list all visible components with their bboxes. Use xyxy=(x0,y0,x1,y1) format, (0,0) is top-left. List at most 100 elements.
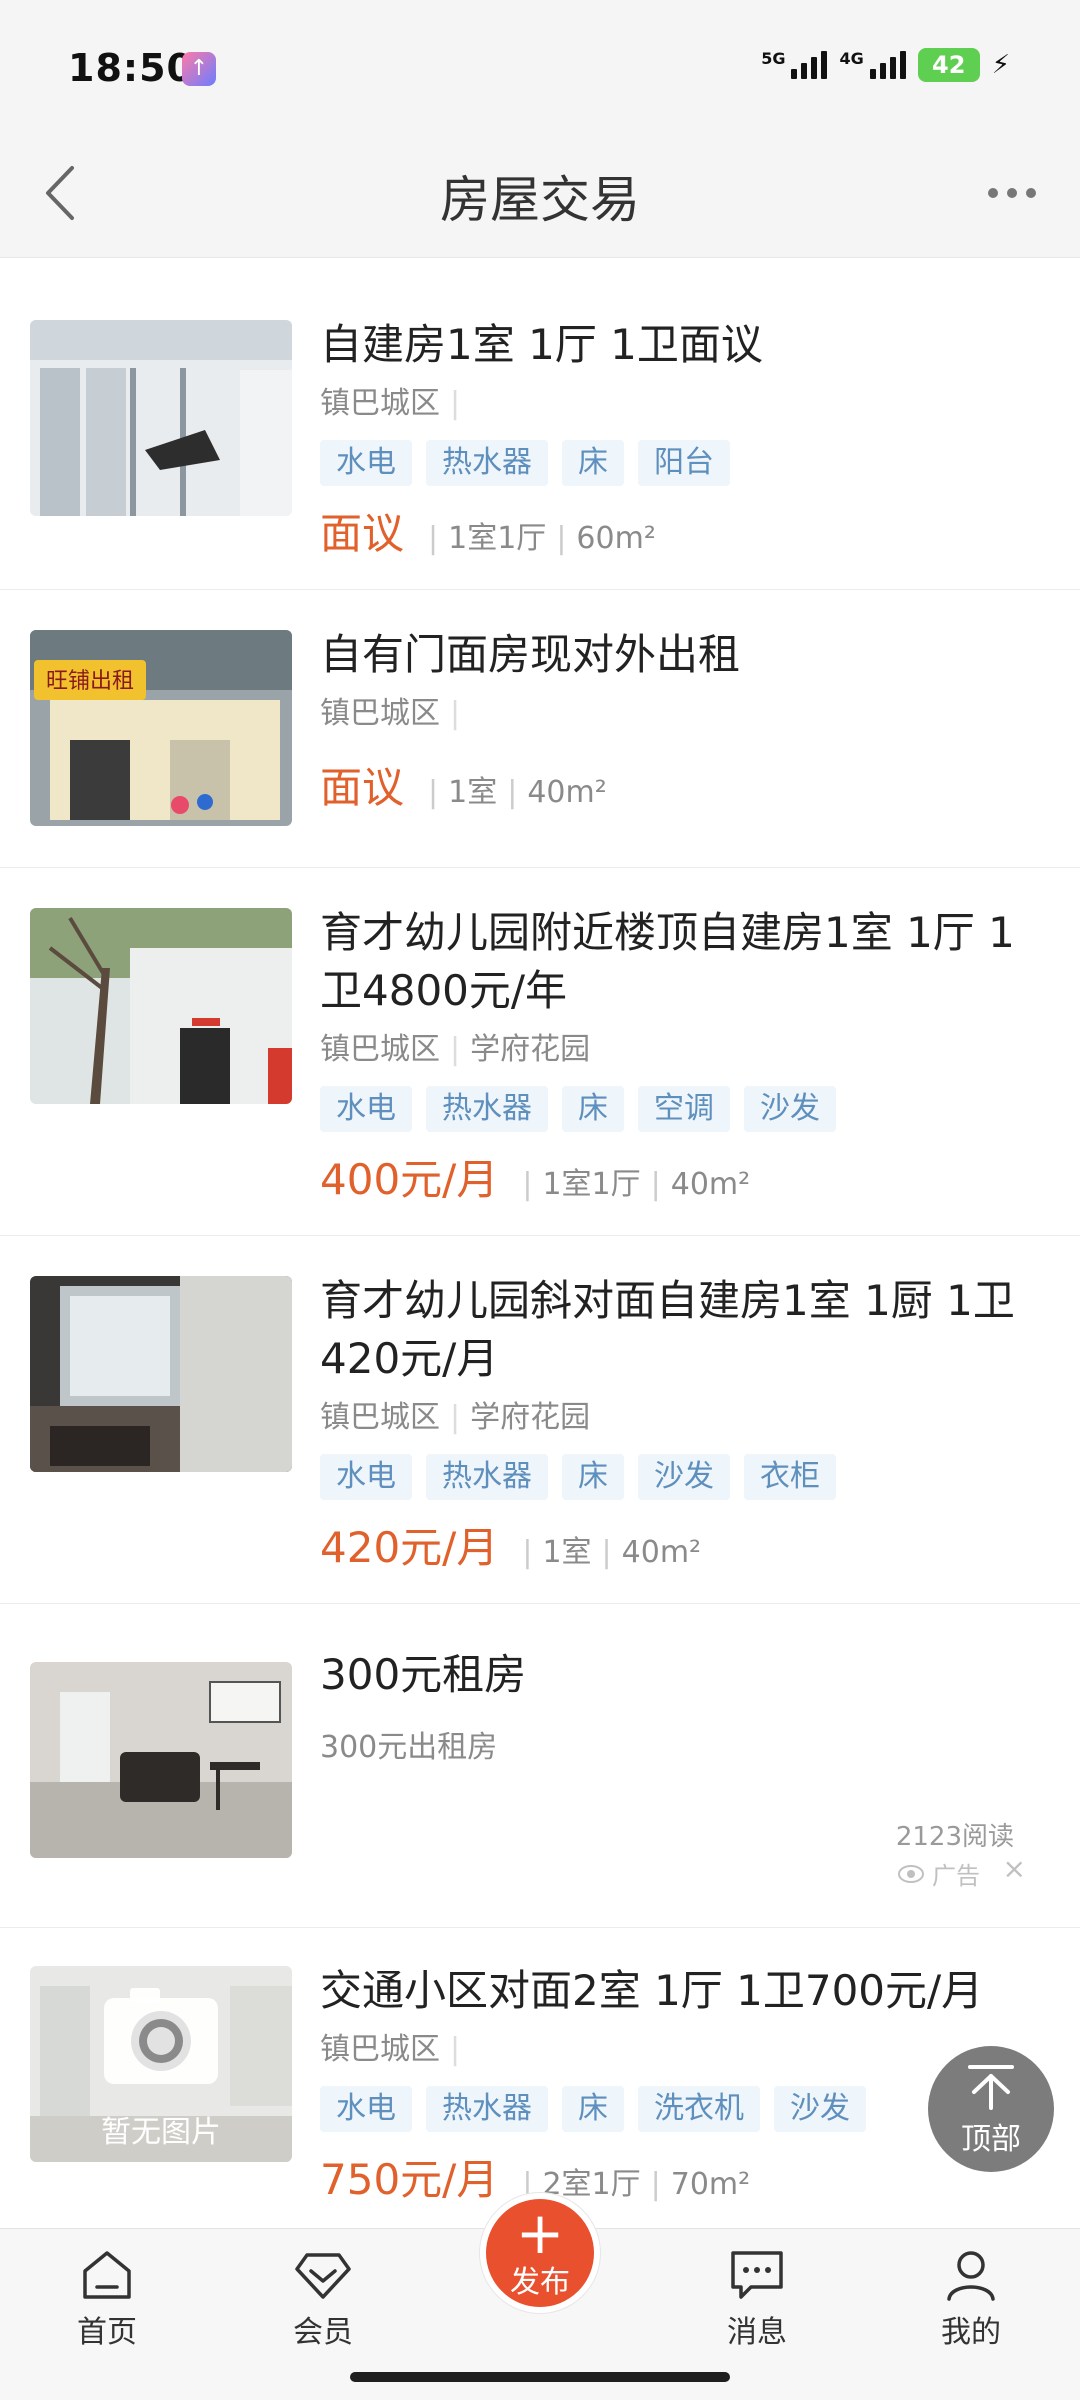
tag: 空调 xyxy=(638,1086,730,1132)
charging-icon: ⚡ xyxy=(991,50,1010,80)
location-district: 镇巴城区 xyxy=(320,386,440,421)
location-district: 镇巴城区 xyxy=(320,1032,440,1067)
message-icon xyxy=(731,2251,783,2299)
status-bar: 18:50 ↑ 5G 4G 42 ⚡ xyxy=(0,0,1080,130)
listing-location: 镇巴城区 | xyxy=(320,386,461,421)
tag: 沙发 xyxy=(638,1454,730,1500)
ad-label-text: 广告 xyxy=(932,1862,980,1890)
listing-location: 镇巴城区 | xyxy=(320,696,461,731)
page-title: 房屋交易 xyxy=(440,171,640,229)
listing-layout: 1室1厅 xyxy=(448,521,547,556)
listing-price: 面议 xyxy=(320,509,405,558)
listing-area: 40m² xyxy=(621,1535,702,1570)
listing-thumbnail: 暂无图片 xyxy=(30,1966,292,2162)
listing-thumbnail: 旺铺出租 xyxy=(30,630,292,826)
ad-item[interactable]: 300元租房 300元出租房 2123阅读 广告 × xyxy=(0,1604,1080,1928)
location-district: 镇巴城区 xyxy=(320,2032,440,2067)
listing-price: 面议 xyxy=(320,763,405,812)
listing-info: 自建房1室 1厅 1卫面议 镇巴城区 | 水电 热水器 床 阳台 面议 | 1室1厅… xyxy=(320,316,1044,561)
listing-meta: | 1室1厅 | 60m² xyxy=(428,521,656,556)
listing-location: 镇巴城区 | xyxy=(320,2032,461,2067)
listing-title: 育才幼儿园斜对面自建房1室 1厨 1卫420元/月 xyxy=(320,1276,1015,1383)
ad-close-button[interactable]: × xyxy=(1003,1852,1026,1885)
ad-subtitle: 300元出租房 xyxy=(320,1730,498,1765)
listing-price: 400元/月 xyxy=(320,1155,499,1204)
network-5g-label: 5G xyxy=(761,49,786,68)
publish-label: 发布 xyxy=(510,2265,570,2300)
tag: 床 xyxy=(562,1454,624,1500)
listing-item[interactable]: 旺铺出租 自有门面房现对外出租 镇巴城区 | 面议 | 1室 | 40m² xyxy=(0,590,1080,868)
tag-list: 水电 热水器 床 空调 沙发 xyxy=(320,1086,1044,1132)
location-district: 镇巴城区 xyxy=(320,1400,440,1435)
listing-layout: 1室 xyxy=(542,1535,592,1570)
listing-price: 420元/月 xyxy=(320,1523,499,1572)
signal-4g-icon: 4G xyxy=(839,51,906,79)
tag: 热水器 xyxy=(426,1454,548,1500)
price-row: 400元/月 | 1室1厅 | 40m² xyxy=(320,1146,1044,1207)
listing-thumbnail xyxy=(30,908,292,1104)
tag: 沙发 xyxy=(744,1086,836,1132)
listing-item[interactable]: 育才幼儿园斜对面自建房1室 1厨 1卫420元/月 镇巴城区 | 学府花园 水电 热… xyxy=(0,1236,1080,1604)
nav-mine[interactable]: 我的 xyxy=(906,2247,1036,2351)
listing-item[interactable]: 暂无图片 交通小区对面2室 1厅 1卫700元/月 镇巴城区 | 水电 热水器 床… xyxy=(0,1928,1080,2228)
listing-area: 70m² xyxy=(670,2167,751,2202)
nav-home[interactable]: 首页 xyxy=(42,2247,172,2351)
tag: 床 xyxy=(562,2086,624,2132)
signal-5g-icon: 5G xyxy=(761,49,828,79)
title-bar: 房屋交易 xyxy=(0,130,1080,258)
listing-info: 育才幼儿园附近楼顶自建房1室 1厅 1卫4800元/年 镇巴城区 | 学府花园 水电… xyxy=(320,904,1044,1207)
status-indicators: 5G 4G 42 ⚡ xyxy=(761,48,1010,82)
nav-member[interactable]: 会员 xyxy=(258,2247,388,2351)
publish-button[interactable]: + 发布 xyxy=(480,2193,600,2313)
tag: 沙发 xyxy=(774,2086,866,2132)
listing-item[interactable]: 自建房1室 1厅 1卫面议 镇巴城区 | 水电 热水器 床 阳台 面议 | 1室1厅… xyxy=(0,280,1080,590)
ad-info: 300元租房 300元出租房 xyxy=(320,1646,1044,1766)
thumbnail-sign-text: 旺铺出租 xyxy=(46,669,134,694)
back-to-top-button[interactable]: 顶部 xyxy=(928,2046,1054,2172)
tag: 阳台 xyxy=(638,440,730,486)
tag: 水电 xyxy=(320,1086,412,1132)
location-community: 学府花园 xyxy=(470,1032,591,1067)
plus-icon: + xyxy=(515,2199,565,2267)
listing-info: 育才幼儿园斜对面自建房1室 1厨 1卫420元/月 镇巴城区 | 学府花园 水电 热… xyxy=(320,1272,1044,1575)
listing-layout: 1室1厅 xyxy=(542,1167,641,1202)
tag: 热水器 xyxy=(426,440,548,486)
more-dot-icon xyxy=(1026,188,1036,198)
price-row: 面议 | 1室 | 40m² xyxy=(320,754,1044,815)
price-row: 420元/月 | 1室 | 40m² xyxy=(320,1514,1044,1575)
tag-list: 水电 热水器 床 沙发 衣柜 xyxy=(320,1454,1044,1500)
tag: 热水器 xyxy=(426,2086,548,2132)
listing-layout: 1室 xyxy=(448,775,498,810)
listing-title: 育才幼儿园附近楼顶自建房1室 1厅 1卫4800元/年 xyxy=(320,908,1015,1015)
listing-thumbnail xyxy=(30,320,292,516)
listing-title: 自有门面房现对外出租 xyxy=(320,630,741,679)
ad-thumbnail xyxy=(30,1662,292,1858)
tag: 洗衣机 xyxy=(638,2086,760,2132)
tag: 水电 xyxy=(320,440,412,486)
nav-messages[interactable]: 消息 xyxy=(692,2247,822,2351)
listing-location: 镇巴城区 | 学府花园 xyxy=(320,1032,591,1067)
nav-home-label: 首页 xyxy=(77,2315,137,2350)
more-button[interactable] xyxy=(972,160,1052,226)
ad-label: 广告 xyxy=(896,1856,980,1891)
user-icon xyxy=(947,2251,995,2301)
nav-member-label: 会员 xyxy=(293,2315,353,2350)
ad-read-count: 2123阅读 xyxy=(895,1822,1014,1852)
tag: 床 xyxy=(562,440,624,486)
location-district: 镇巴城区 xyxy=(320,696,440,731)
ad-title: 300元租房 xyxy=(320,1650,527,1699)
diamond-icon xyxy=(295,2253,351,2299)
tag: 床 xyxy=(562,1086,624,1132)
more-dot-icon xyxy=(1007,188,1017,198)
nav-messages-label: 消息 xyxy=(727,2315,787,2350)
listing-title: 交通小区对面2室 1厅 1卫700元/月 xyxy=(320,1966,984,2015)
tag: 水电 xyxy=(320,1454,412,1500)
listing-meta: | 1室 | 40m² xyxy=(522,1535,702,1570)
home-indicator xyxy=(350,2372,730,2382)
listing-meta: | 1室1厅 | 40m² xyxy=(522,1167,751,1202)
listing-item[interactable]: 育才幼儿园附近楼顶自建房1室 1厅 1卫4800元/年 镇巴城区 | 学府花园 水电… xyxy=(0,868,1080,1236)
listing-area: 40m² xyxy=(527,775,607,810)
price-row: 面议 | 1室1厅 | 60m² xyxy=(320,500,1044,561)
home-icon xyxy=(83,2251,131,2299)
eye-icon xyxy=(898,1864,924,1883)
